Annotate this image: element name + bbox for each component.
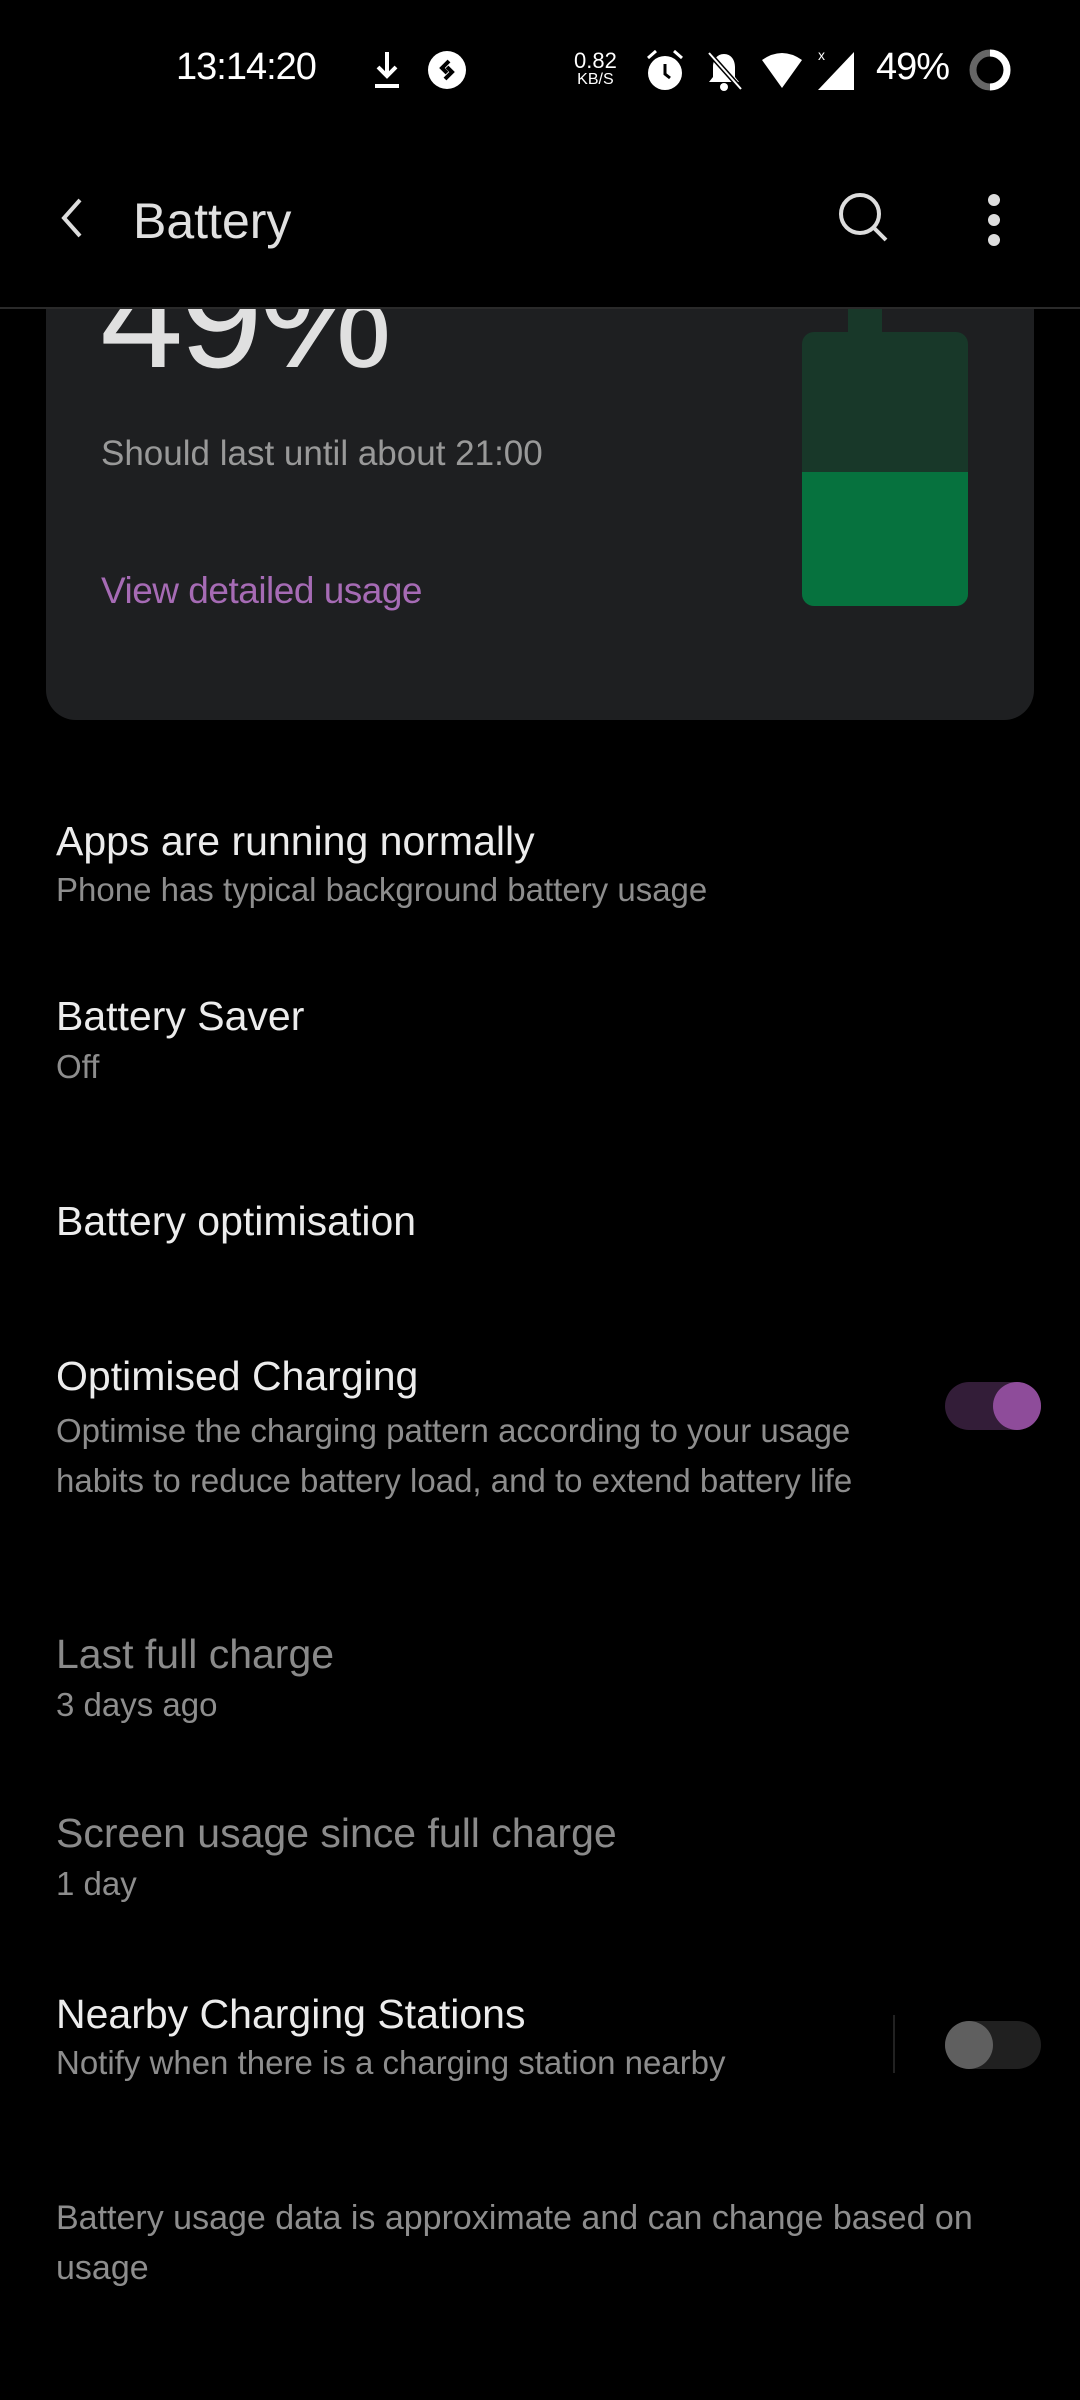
item-title: Battery Saver <box>56 993 305 1039</box>
nearby-charging-toggle[interactable] <box>945 2021 1041 2069</box>
page-title: Battery <box>133 193 292 249</box>
battery-estimate: Should last until about 21:00 <box>101 434 543 473</box>
screen-usage-item: Screen usage since full charge 1 day <box>56 1810 1056 1903</box>
net-speed-value: 0.82 <box>574 48 617 73</box>
download-icon <box>375 52 399 88</box>
item-subtitle: 3 days ago <box>56 1686 218 1723</box>
battery-card: 49% Should last until about 21:00 View d… <box>46 240 1034 720</box>
item-subtitle: 1 day <box>56 1865 137 1902</box>
bell-off-icon <box>707 51 742 91</box>
optimised-charging-item[interactable]: Optimised Charging Optimise the charging… <box>56 1353 1056 1563</box>
app-bar: Battery <box>0 100 1080 309</box>
alarm-icon <box>647 49 683 90</box>
battery-graphic <box>802 332 968 606</box>
item-title: Battery optimisation <box>56 1198 417 1244</box>
last-full-charge-item: Last full charge 3 days ago <box>56 1631 1056 1724</box>
battery-fill <box>802 471 968 606</box>
signal-icon: x <box>818 47 854 90</box>
item-subtitle: Off <box>56 1048 100 1085</box>
search-icon[interactable] <box>836 190 892 246</box>
status-time: 13:14:20 <box>176 46 317 88</box>
back-icon[interactable] <box>58 196 88 240</box>
svg-text:x: x <box>818 47 825 63</box>
toggle-knob <box>945 2021 993 2069</box>
more-options-icon[interactable] <box>984 192 1004 248</box>
battery-optimisation-item[interactable]: Battery optimisation <box>56 1198 1056 1245</box>
wifi-icon <box>762 53 802 88</box>
footer-note: Battery usage data is approximate and ca… <box>56 2199 973 2287</box>
shazam-icon <box>428 51 466 89</box>
item-subtitle: Phone has typical background battery usa… <box>56 871 708 908</box>
item-subtitle: Notify when there is a charging station … <box>56 2044 726 2081</box>
item-title: Screen usage since full charge <box>56 1810 617 1856</box>
toggle-knob <box>993 1382 1041 1430</box>
view-detailed-usage-link[interactable]: View detailed usage <box>101 570 423 612</box>
item-title: Optimised Charging <box>56 1353 419 1399</box>
battery-percent: 49% <box>876 46 950 88</box>
divider <box>893 2015 895 2073</box>
optimised-charging-toggle[interactable] <box>945 1382 1041 1430</box>
battery-saver-item[interactable]: Battery Saver Off <box>56 993 1056 1103</box>
item-subtitle: Optimise the charging pattern according … <box>56 1412 853 1499</box>
apps-status-item[interactable]: Apps are running normally Phone has typi… <box>56 818 1056 928</box>
item-title: Last full charge <box>56 1631 335 1677</box>
item-title: Apps are running normally <box>56 818 535 864</box>
net-speed: 0.82 KB/S <box>574 50 617 88</box>
battery-ring-icon <box>969 49 1011 91</box>
nearby-charging-item[interactable]: Nearby Charging Stations Notify when the… <box>56 1991 876 2082</box>
net-speed-unit: KB/S <box>577 71 614 88</box>
item-title: Nearby Charging Stations <box>56 1991 526 2037</box>
